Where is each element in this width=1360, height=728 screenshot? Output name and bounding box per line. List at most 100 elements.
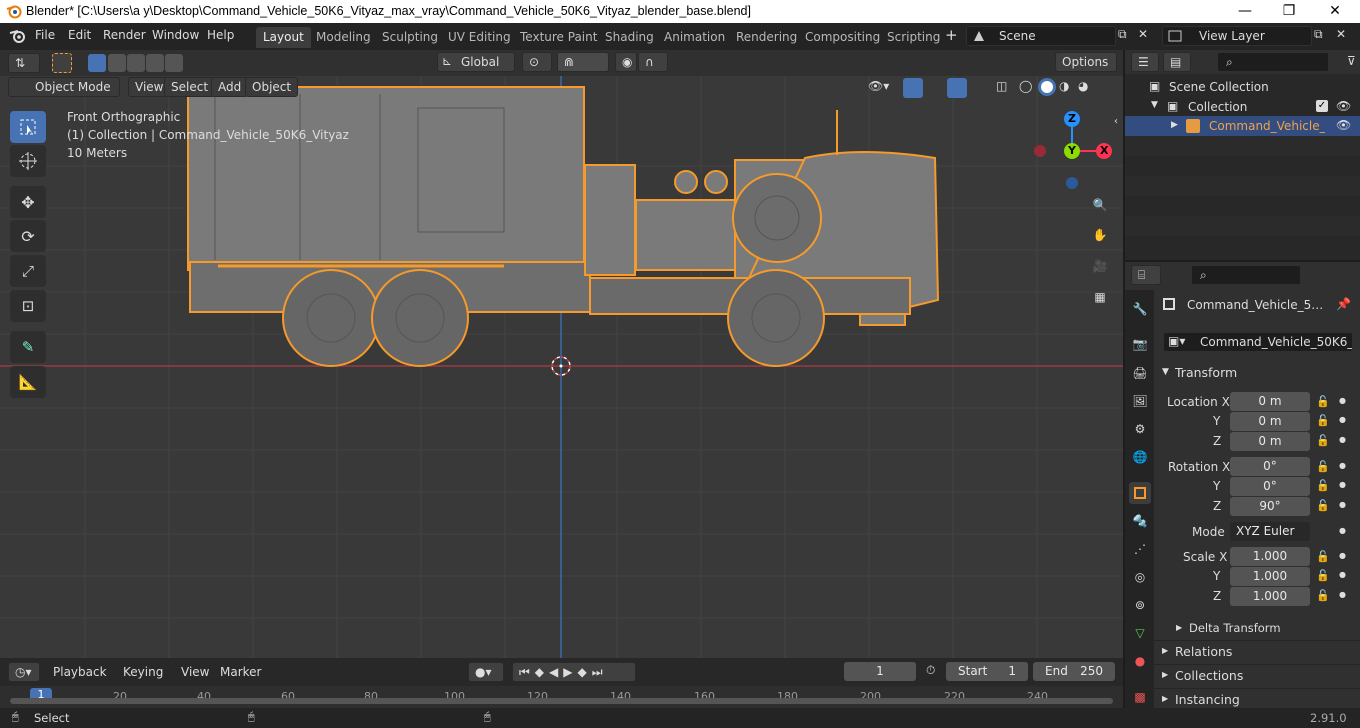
select-tool-icon[interactable] [52, 53, 72, 73]
menu-help[interactable]: Help [207, 28, 234, 42]
select-invert-icon[interactable] [146, 54, 164, 72]
scale-x-field[interactable]: 1.000 [1230, 547, 1310, 566]
new-view-layer-icon[interactable]: ⧉ [1314, 27, 1323, 42]
lock-icon[interactable]: 🔓 [1316, 434, 1330, 447]
output-tab-icon[interactable]: 🖨 [1129, 362, 1151, 384]
location-x-field[interactable]: 0 m [1230, 392, 1310, 411]
timeline-menu-view[interactable]: View [174, 662, 216, 682]
keyframe-dot-icon[interactable]: ● [1339, 415, 1346, 424]
outliner-scene-collection[interactable]: Scene Collection [1169, 80, 1269, 94]
tab-sculpting[interactable]: Sculpting [375, 27, 445, 48]
scale-y-field[interactable]: 1.000 [1230, 567, 1310, 586]
rotation-x-field[interactable]: 0° [1230, 457, 1310, 476]
scale-z-field[interactable]: 1.000 [1230, 587, 1310, 606]
expand-collection-icon[interactable]: ▼ [1151, 100, 1158, 110]
falloff-icon[interactable]: ∩ [638, 52, 668, 72]
lock-icon[interactable]: 🔓 [1316, 460, 1330, 473]
select-new-icon[interactable] [88, 54, 106, 72]
tool-tab-icon[interactable]: 🔧 [1129, 298, 1151, 320]
zoom-icon[interactable]: 🔍 [1087, 192, 1113, 218]
collection-visibility-icon[interactable]: 👁 [1336, 99, 1351, 113]
close-button[interactable]: ✕ [1312, 0, 1358, 23]
transform-expand-icon[interactable]: ▼ [1162, 367, 1169, 377]
show-gizmo-icon[interactable] [903, 78, 923, 98]
object-mode-selector[interactable]: Object Mode [8, 77, 120, 97]
select-box-tool[interactable] [10, 111, 46, 143]
playback-controls[interactable]: ⏮◆◀▶◆⏭ [512, 662, 636, 682]
location-z-field[interactable]: 0 m [1230, 432, 1310, 451]
timeline-scrollbar[interactable] [10, 698, 1113, 704]
lock-icon[interactable]: 🔓 [1316, 499, 1330, 512]
sidebar-toggle-icon[interactable]: ‹ [1114, 116, 1118, 127]
measure-tool[interactable]: 📐 [10, 366, 46, 398]
keyframe-dot-icon[interactable]: ● [1339, 526, 1346, 535]
viewport-menu-add[interactable]: Add [211, 77, 249, 97]
particles-tab-icon[interactable]: ⋰ [1129, 538, 1151, 560]
outliner-search[interactable]: ⌕ [1217, 52, 1329, 72]
keyframe-dot-icon[interactable]: ● [1339, 570, 1346, 579]
data-tab-icon[interactable]: ▽ [1129, 622, 1151, 644]
material-tab-icon[interactable]: ● [1129, 650, 1151, 672]
current-frame-field[interactable]: 1 [844, 662, 916, 681]
view-layer-selector[interactable]: View Layer [1162, 26, 1312, 46]
select-intersect-icon[interactable] [165, 54, 183, 72]
minimize-button[interactable]: — [1222, 0, 1268, 23]
keyframe-dot-icon[interactable]: ● [1339, 461, 1346, 470]
scale-tool[interactable]: ⤢ [10, 255, 46, 287]
proportional-edit-icon[interactable]: ◉ [615, 52, 637, 72]
modifier-tab-icon[interactable]: 🔩 [1129, 510, 1151, 532]
select-subtract-icon[interactable] [127, 54, 145, 72]
pan-hand-icon[interactable]: ✋ [1087, 222, 1113, 248]
scene-tab-icon[interactable]: ⚙ [1129, 418, 1151, 440]
menu-file[interactable]: File [35, 28, 55, 42]
rotate-tool[interactable]: ⟳ [10, 220, 46, 252]
remove-view-layer-icon[interactable]: ✕ [1336, 27, 1346, 41]
rotation-y-field[interactable]: 0° [1230, 477, 1310, 496]
transform-tool[interactable]: ⊡ [10, 290, 46, 322]
keyframe-dot-icon[interactable]: ● [1339, 551, 1346, 560]
keyframe-dot-icon[interactable]: ● [1339, 590, 1346, 599]
location-y-field[interactable]: 0 m [1230, 412, 1310, 431]
object-tab-icon[interactable] [1129, 482, 1151, 504]
view-layer-tab-icon[interactable]: 🖼 [1129, 390, 1151, 412]
viewport-menu-object[interactable]: Object [245, 77, 299, 97]
lock-icon[interactable]: 🔓 [1316, 569, 1330, 582]
tab-layout[interactable]: Layout [256, 27, 311, 48]
lock-icon[interactable]: 🔓 [1316, 414, 1330, 427]
add-workspace-button[interactable]: + [945, 26, 958, 44]
editor-type-icon[interactable]: ☰ [1131, 52, 1159, 72]
expand-icon[interactable]: ▶ [1162, 646, 1168, 655]
new-scene-icon[interactable]: ⧉ [1118, 27, 1127, 42]
collection-checkbox[interactable]: ✓ [1316, 100, 1328, 112]
viewport-menu-select[interactable]: Select [164, 77, 216, 97]
select-extend-icon[interactable] [108, 54, 126, 72]
pin-icon[interactable]: 📌 [1336, 297, 1351, 311]
keyframe-dot-icon[interactable]: ● [1339, 480, 1346, 489]
scene-selector[interactable]: Scene [966, 26, 1116, 46]
physics-tab-icon[interactable]: ◎ [1129, 566, 1151, 588]
pivot-icon[interactable]: ⊙ [522, 52, 552, 72]
lock-icon[interactable]: 🔓 [1316, 395, 1330, 408]
keyframe-dot-icon[interactable]: ● [1339, 396, 1346, 405]
blender-menu-icon[interactable] [9, 28, 27, 44]
tab-rendering[interactable]: Rendering [729, 27, 804, 48]
keyframe-dot-icon[interactable]: ● [1339, 500, 1346, 509]
lock-icon[interactable]: 🔓 [1316, 589, 1330, 602]
collections-panel[interactable]: Collections [1175, 668, 1243, 683]
shading-wireframe-icon[interactable]: ◯ [1019, 79, 1032, 93]
timeline-menu-playback[interactable]: Playback [46, 662, 118, 682]
constraints-tab-icon[interactable]: ⊚ [1129, 594, 1151, 616]
timeline-editor-type-icon[interactable]: ◷▾ [8, 662, 40, 682]
stopwatch-icon[interactable]: ⏱ [926, 663, 935, 678]
tab-animation[interactable]: Animation [657, 27, 732, 48]
shading-rendered-icon[interactable]: ◕ [1078, 79, 1088, 93]
expand-icon[interactable]: ▶ [1162, 670, 1168, 679]
display-mode-icon[interactable]: ▤ [1163, 52, 1191, 72]
transform-panel-header[interactable]: Transform [1175, 365, 1237, 380]
shading-solid-icon[interactable] [1038, 78, 1056, 96]
expand-object-icon[interactable]: ▶ [1171, 120, 1178, 130]
rotation-z-field[interactable]: 90° [1230, 497, 1310, 516]
expand-icon[interactable]: ▶ [1162, 694, 1168, 703]
expand-icon[interactable]: ▶ [1176, 623, 1182, 632]
view-object-types-icon[interactable]: 👁▾ [868, 79, 889, 93]
